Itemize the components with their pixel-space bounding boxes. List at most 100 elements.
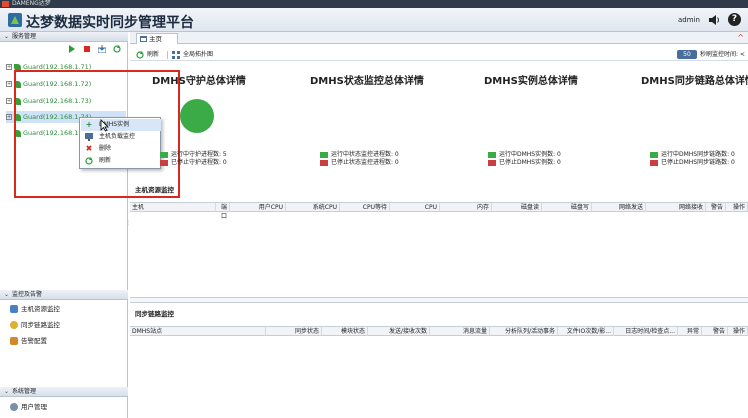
- help-icon[interactable]: ?: [728, 13, 741, 26]
- nav-user-management[interactable]: 用户管理: [10, 401, 47, 413]
- stat-text: 运行中状态监控进程数: 0: [331, 151, 399, 158]
- expand-icon[interactable]: +: [6, 114, 12, 120]
- service-panel-title: 服务管理: [12, 33, 37, 40]
- stat-text: 运行中DMHS同步链路数: 0: [661, 151, 735, 158]
- refresh-interval-value[interactable]: 50: [677, 50, 697, 59]
- stop-icon[interactable]: [83, 45, 91, 53]
- link-monitor-title: 同步链路监控: [135, 310, 174, 318]
- stat-text: 已停止DMHS同步链路数: 0: [661, 159, 735, 166]
- start-icon[interactable]: [68, 45, 76, 53]
- col-header[interactable]: 模块状态: [322, 327, 368, 336]
- running-swatch: [488, 151, 496, 158]
- link-monitor-icon: [10, 321, 18, 329]
- menu-item-label: 刷新: [99, 157, 112, 164]
- service-panel-header[interactable]: ⌄ 服务管理: [0, 32, 128, 42]
- alarm-icon: [10, 337, 18, 345]
- current-user[interactable]: admin: [678, 16, 700, 24]
- app-header: 达梦数据实时同步管理平台 admin ?: [0, 8, 748, 32]
- col-header[interactable]: 文件IO次数/影...: [558, 327, 614, 336]
- monitor-panel-header[interactable]: ⌄ 监控及告警: [0, 290, 128, 300]
- col-header[interactable]: 分析队列/活动事务: [490, 327, 558, 336]
- user-icon: [10, 403, 18, 411]
- col-header[interactable]: 主机: [130, 203, 216, 212]
- guard-stopped-count: 已停止守护进程数: 0: [160, 159, 227, 167]
- topology-button[interactable]: 全局拓扑图: [172, 50, 213, 60]
- col-header[interactable]: CPU等待: [340, 203, 390, 212]
- stat-text: 已停止守护进程数: 0: [171, 159, 227, 166]
- instance-running-count: 运行中DMHS实例数: 0: [488, 151, 561, 159]
- plus-icon: +: [85, 120, 93, 129]
- import-icon[interactable]: [97, 45, 107, 54]
- instance-stopped-count: 已停止DMHS实例数: 0: [488, 159, 561, 167]
- host-monitor-icon: [10, 305, 18, 313]
- status-summary-title: DMHS状态监控总体详情: [310, 76, 424, 87]
- refresh-icon: [85, 157, 93, 165]
- col-header[interactable]: 警告: [706, 203, 726, 212]
- refresh-icon[interactable]: [113, 45, 121, 53]
- nav-label: 用户管理: [21, 403, 47, 411]
- col-header[interactable]: 内存: [440, 203, 492, 212]
- window-titlebar: DAMENG达梦: [0, 0, 748, 8]
- status-running-count: 运行中状态监控进程数: 0: [320, 151, 399, 159]
- col-header[interactable]: 网络发送: [592, 203, 646, 212]
- status-stopped-count: 已停止状态监控进程数: 0: [320, 159, 399, 167]
- chevron-down-icon: ⌄: [4, 33, 10, 40]
- col-header[interactable]: 异常: [678, 327, 702, 336]
- running-swatch: [320, 151, 328, 158]
- col-header[interactable]: 用户CPU: [230, 203, 286, 212]
- col-header[interactable]: 操作: [726, 203, 748, 212]
- monitor-icon: [85, 133, 93, 141]
- speaker-icon[interactable]: [708, 14, 720, 26]
- stat-text: 运行中DMHS实例数: 0: [499, 151, 561, 158]
- refresh-label: 刷新: [147, 51, 160, 58]
- col-header[interactable]: 磁盘写: [542, 203, 592, 212]
- topology-label: 全局拓扑图: [183, 51, 214, 58]
- delete-icon: ✖: [85, 144, 93, 153]
- chevron-down-icon: ⌄: [4, 388, 10, 395]
- stat-text: 已停止状态监控进程数: 0: [331, 159, 399, 166]
- col-header[interactable]: 网络接收: [646, 203, 706, 212]
- link-summary-title: DMHS同步链路总体详情: [641, 76, 748, 87]
- system-panel-header[interactable]: ⌄ 系统管理: [0, 387, 128, 397]
- service-toolbar: [0, 43, 128, 55]
- system-panel-title: 系统管理: [12, 388, 37, 395]
- monitor-panel-title: 监控及告警: [12, 291, 43, 298]
- nav-link-monitor[interactable]: 同步链路监控: [10, 319, 60, 331]
- nav-alarm-config[interactable]: 告警配置: [10, 335, 47, 347]
- col-header[interactable]: CPU: [390, 203, 440, 212]
- col-header[interactable]: 警告: [702, 327, 728, 336]
- col-header[interactable]: DMHS站点: [130, 327, 266, 336]
- mouse-cursor-icon: [100, 119, 109, 132]
- stat-text: 已停止DMHS实例数: 0: [499, 159, 561, 166]
- col-header[interactable]: 端口: [216, 203, 230, 220]
- collapse-icon[interactable]: ^: [737, 33, 744, 42]
- stopped-swatch: [488, 159, 496, 166]
- stopped-swatch: [160, 159, 168, 166]
- col-header[interactable]: 同步状态: [266, 327, 322, 336]
- guard-status-pie: [180, 99, 214, 133]
- link-monitor-header: DMHS站点 同步状态 模块状态 发送/接收次数 消息流量 分析队列/活动事务 …: [130, 326, 748, 336]
- expand-icon[interactable]: +: [6, 81, 12, 87]
- col-header[interactable]: 磁盘读: [492, 203, 542, 212]
- nav-label: 同步链路监控: [21, 321, 60, 329]
- home-icon: [140, 36, 147, 42]
- nav-label: 主机资源监控: [21, 305, 60, 313]
- col-header[interactable]: 消息流量: [430, 327, 490, 336]
- host-monitor-header: 主机 端口 用户CPU 系统CPU CPU等待 CPU 内存 磁盘读 磁盘写 网…: [130, 202, 748, 220]
- col-header[interactable]: 系统CPU: [286, 203, 340, 212]
- nav-host-resource[interactable]: 主机资源监控: [10, 303, 60, 315]
- splitter-handle[interactable]: ⋮: [126, 220, 131, 234]
- tab-home[interactable]: 主页: [136, 33, 178, 44]
- col-header[interactable]: 操作: [728, 327, 748, 336]
- col-header[interactable]: 日志时间/检查点...: [614, 327, 678, 336]
- tab-bar: 主页 ^: [130, 32, 748, 44]
- refresh-button[interactable]: 刷新: [136, 50, 159, 60]
- refresh-icon: [136, 51, 144, 59]
- chevron-down-icon: ⌄: [4, 291, 10, 298]
- expand-icon[interactable]: +: [6, 64, 12, 70]
- running-swatch: [650, 151, 658, 158]
- content-toolbar: 刷新 全局拓扑图 50 秒刷监控时间: <: [130, 49, 748, 61]
- panel-splitter[interactable]: [130, 297, 748, 303]
- col-header[interactable]: 发送/接收次数: [368, 327, 430, 336]
- expand-icon[interactable]: +: [6, 98, 12, 104]
